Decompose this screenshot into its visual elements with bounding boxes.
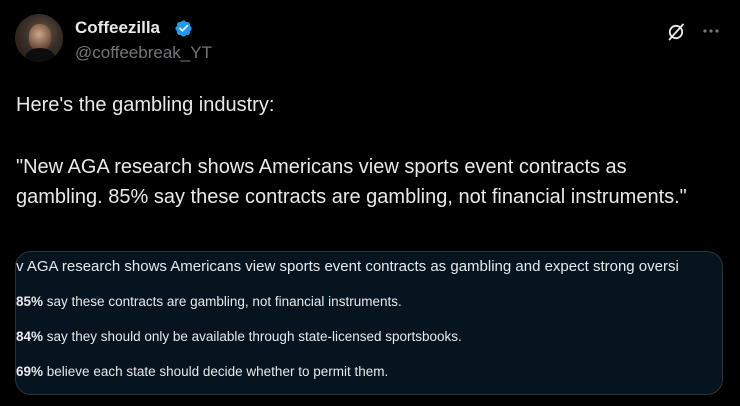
more-icon[interactable] [700,20,722,42]
author-display-name[interactable]: Coffeezilla [75,18,160,38]
media-card[interactable]: v AGA research shows Americans view spor… [15,251,723,395]
stat-value: 84% [16,329,44,344]
media-headline: v AGA research shows Americans view spor… [16,258,679,275]
media-stat-line: 69% believe each state should decide whe… [16,364,388,379]
tweet-text: Here's the gambling industry: "New AGA r… [16,90,716,212]
tweet-line-quote: "New AGA research shows Americans view s… [16,156,687,208]
grok-icon[interactable] [666,22,686,42]
stat-value: 69% [16,364,44,379]
verified-badge-icon [175,20,192,37]
media-stat-line: 84% say they should only be available th… [16,329,462,344]
tweet-line-intro: Here's the gambling industry: [16,94,275,116]
author-handle[interactable]: @coffeebreak_YT [75,43,212,63]
stat-text: believe each state should decide whether… [43,364,389,379]
stat-text: say they should only be available throug… [43,329,462,344]
avatar[interactable] [15,14,63,62]
stat-value: 85% [16,294,44,309]
media-stat-line: 85% say these contracts are gambling, no… [16,294,402,309]
stat-text: say these contracts are gambling, not fi… [43,294,402,309]
